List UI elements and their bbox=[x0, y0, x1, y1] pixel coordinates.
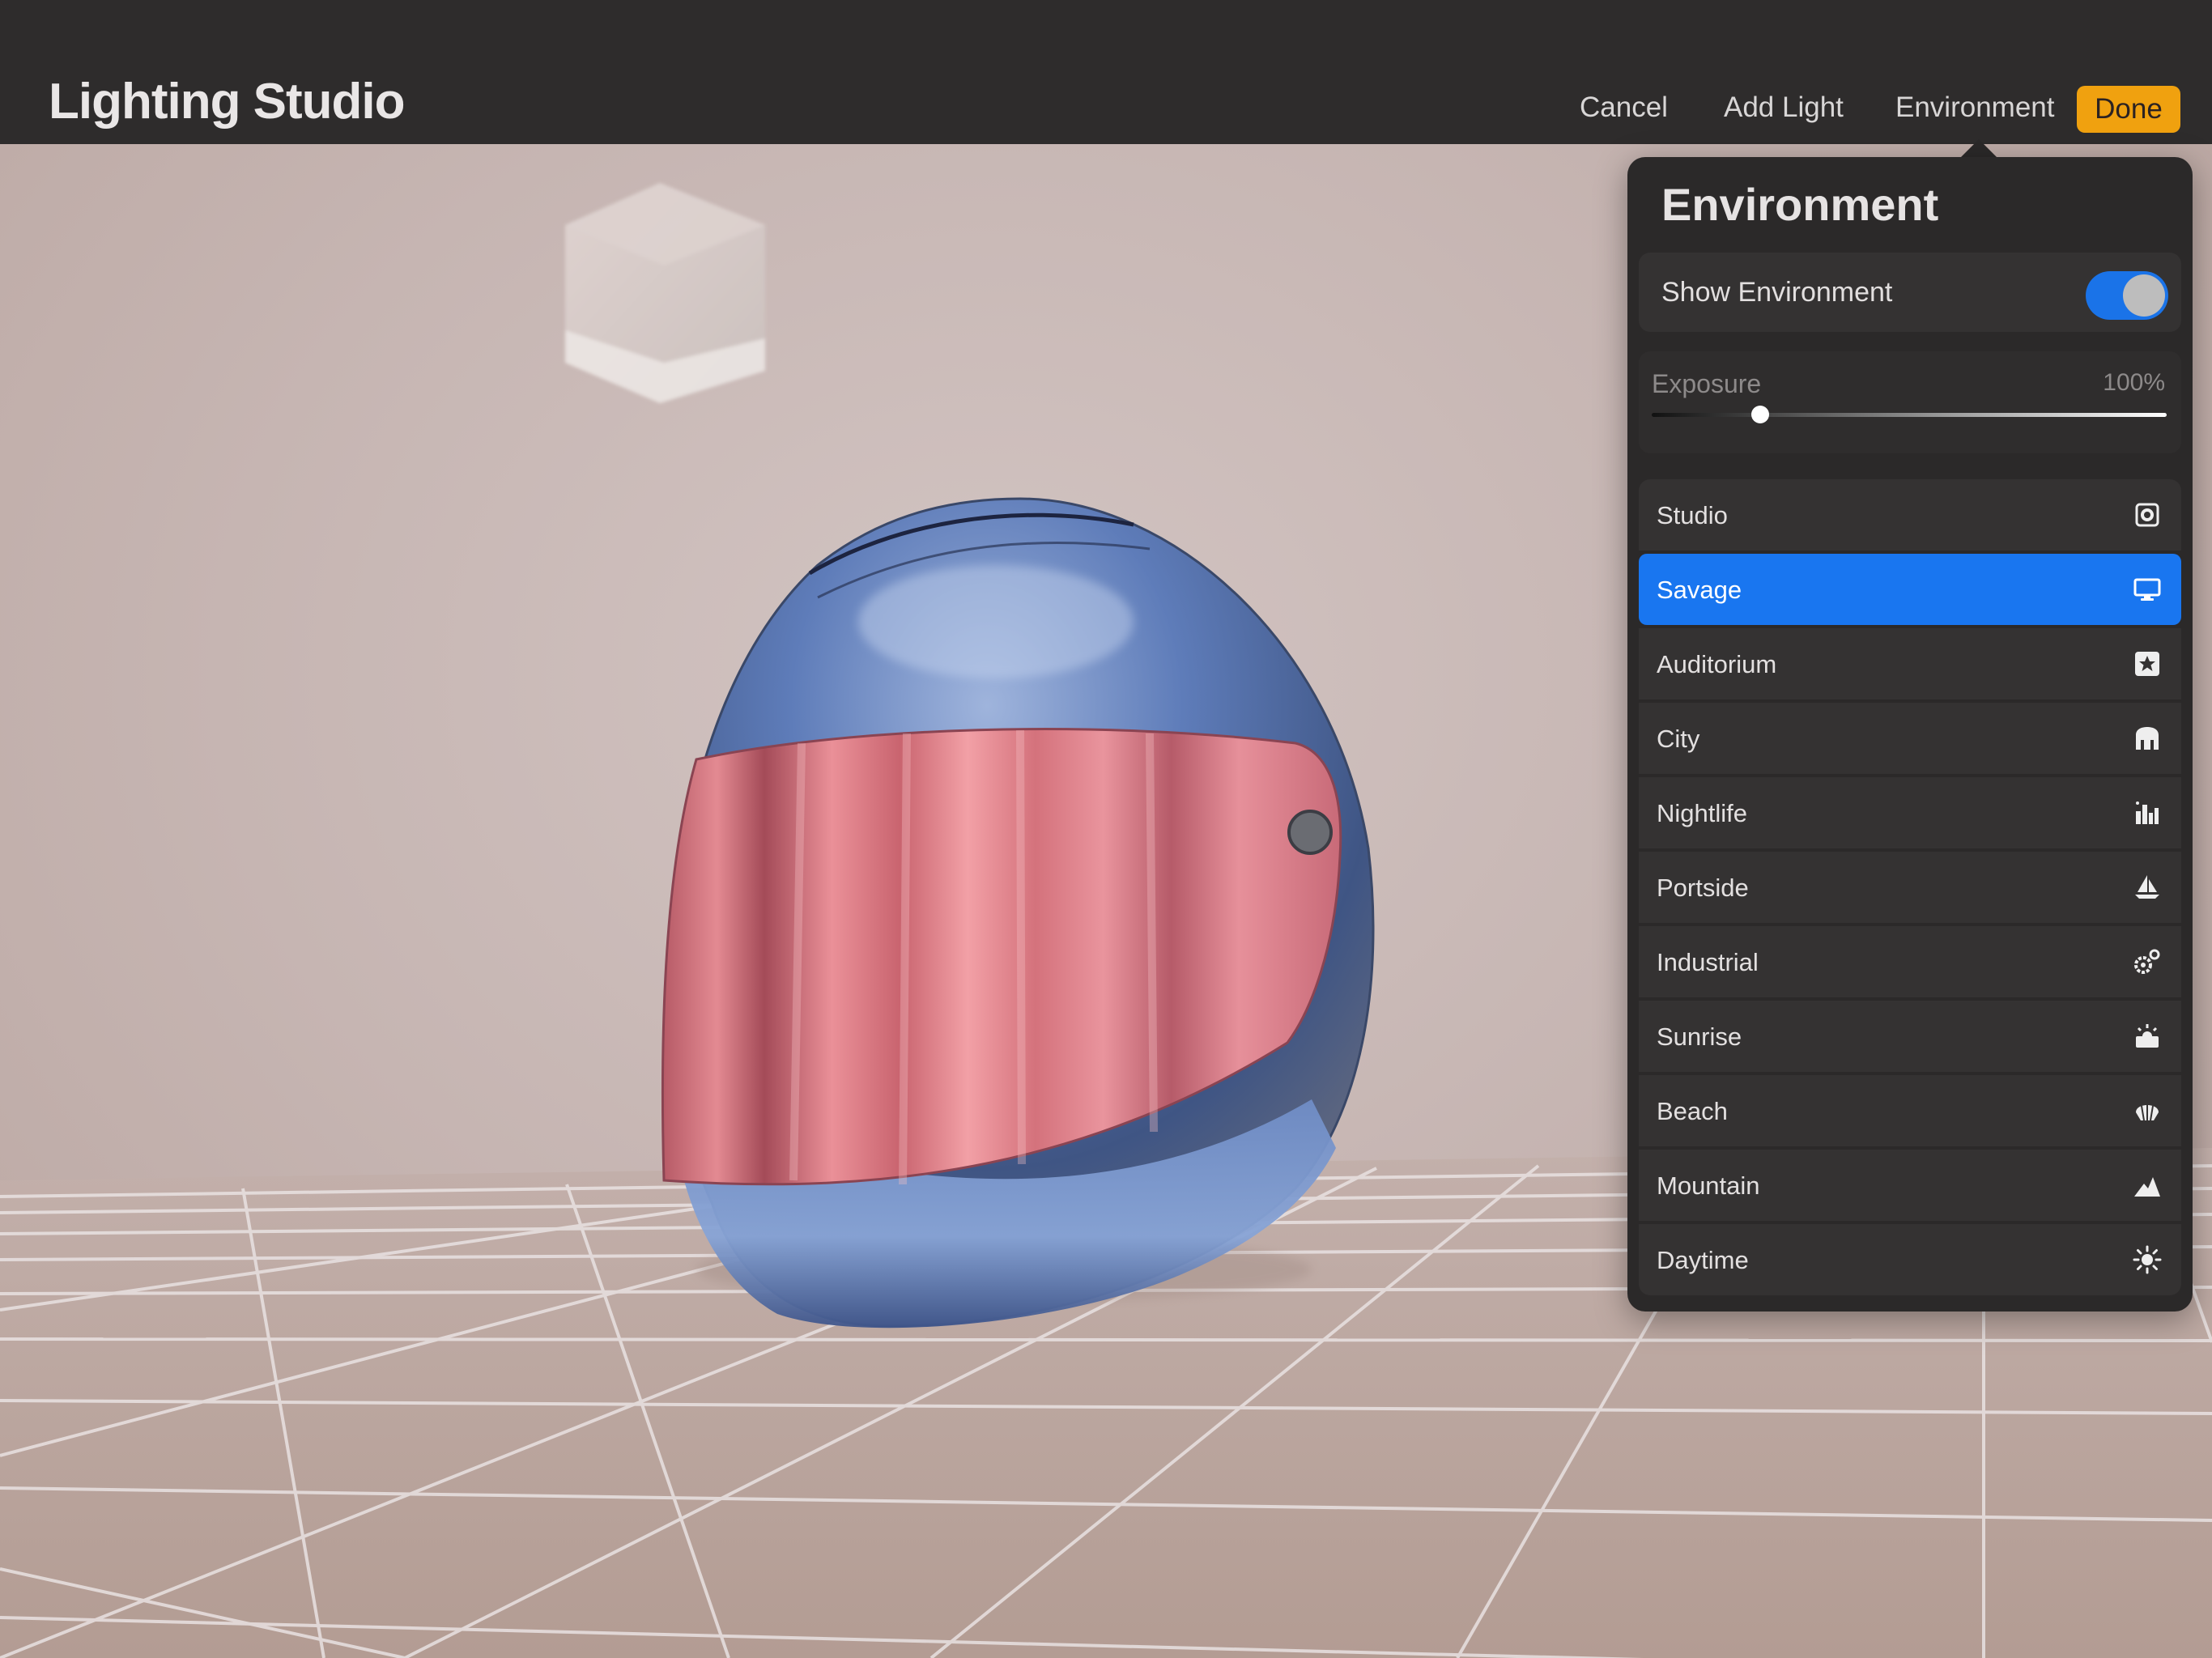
environment-item-mountain[interactable]: Mountain bbox=[1639, 1150, 2181, 1221]
environment-item-daytime[interactable]: Daytime bbox=[1639, 1224, 2181, 1295]
environment-item-sunrise[interactable]: Sunrise bbox=[1639, 1001, 2181, 1072]
exposure-slider-thumb[interactable] bbox=[1750, 406, 1769, 423]
studio-light-icon bbox=[2133, 500, 2162, 529]
sun-icon bbox=[2133, 1245, 2162, 1274]
exposure-label: Exposure bbox=[1652, 369, 1762, 398]
light-cube[interactable] bbox=[565, 183, 765, 403]
done-button[interactable]: Done bbox=[2077, 86, 2180, 133]
top-bar: Lighting Studio Cancel Add Light Environ… bbox=[0, 0, 2212, 144]
environment-item-label: Portside bbox=[1657, 874, 1749, 902]
nightlife-icon bbox=[2133, 798, 2162, 827]
city-icon bbox=[2133, 724, 2162, 753]
environment-item-industrial[interactable]: Industrial bbox=[1639, 926, 2181, 997]
show-environment-toggle[interactable] bbox=[2086, 271, 2168, 320]
exposure-row: Exposure 100% bbox=[1639, 351, 2181, 453]
add-light-button[interactable]: Add Light bbox=[1724, 91, 1844, 124]
exposure-value: 100% bbox=[2103, 369, 2165, 396]
environment-item-auditorium[interactable]: Auditorium bbox=[1639, 628, 2181, 699]
environment-item-savage[interactable]: Savage bbox=[1639, 554, 2181, 625]
toggle-knob bbox=[2123, 274, 2165, 317]
environment-item-label: Savage bbox=[1657, 576, 1742, 604]
gears-icon bbox=[2133, 947, 2162, 976]
environment-item-nightlife[interactable]: Nightlife bbox=[1639, 777, 2181, 848]
exposure-slider-track[interactable] bbox=[1652, 413, 2167, 417]
environment-item-city[interactable]: City bbox=[1639, 703, 2181, 774]
environment-button[interactable]: Environment bbox=[1895, 91, 2054, 124]
sailboat-icon bbox=[2133, 873, 2162, 902]
environment-item-beach[interactable]: Beach bbox=[1639, 1075, 2181, 1146]
environment-popover: Environment Show Environment Exposure 10… bbox=[1627, 157, 2193, 1312]
monitor-icon bbox=[2133, 575, 2162, 604]
environment-item-label: Mountain bbox=[1657, 1171, 1760, 1200]
environment-item-label: Nightlife bbox=[1657, 799, 1747, 827]
environment-item-label: Sunrise bbox=[1657, 1022, 1742, 1051]
shell-icon bbox=[2133, 1096, 2162, 1125]
cancel-button[interactable]: Cancel bbox=[1580, 91, 1668, 124]
environment-item-label: Beach bbox=[1657, 1097, 1728, 1125]
environment-item-label: Daytime bbox=[1657, 1246, 1749, 1274]
environment-item-label: Studio bbox=[1657, 501, 1728, 529]
environment-list: Studio Savage Auditorium City Nightlife Ports… bbox=[1639, 479, 2181, 1295]
environment-item-portside[interactable]: Portside bbox=[1639, 852, 2181, 923]
visor-pivot bbox=[1287, 810, 1333, 855]
environment-item-label: Auditorium bbox=[1657, 650, 1777, 678]
star-icon bbox=[2133, 649, 2162, 678]
popover-arrow bbox=[1961, 139, 1997, 157]
mountain-icon bbox=[2133, 1171, 2162, 1200]
popover-title: Environment bbox=[1661, 179, 1939, 230]
show-environment-label: Show Environment bbox=[1661, 277, 1893, 308]
sunrise-icon bbox=[2133, 1022, 2162, 1051]
app-title: Lighting Studio bbox=[49, 74, 406, 130]
environment-item-studio[interactable]: Studio bbox=[1639, 479, 2181, 551]
helmet-model[interactable] bbox=[661, 497, 1375, 1329]
environment-item-label: City bbox=[1657, 725, 1700, 753]
show-environment-row: Show Environment bbox=[1639, 253, 2181, 332]
environment-item-label: Industrial bbox=[1657, 948, 1759, 976]
